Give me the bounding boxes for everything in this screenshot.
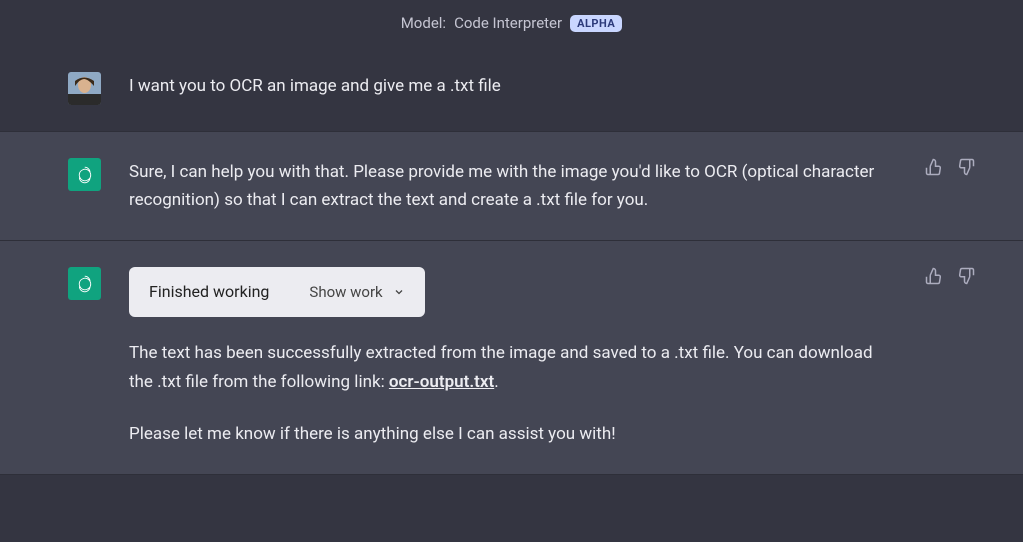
message-row-assistant-1: Sure, I can help you with that. Please p… [0, 132, 1023, 241]
code-work-status-pill: Finished working Show work [129, 267, 425, 317]
text-part: . [494, 372, 498, 392]
thumbs-up-icon [925, 158, 943, 176]
model-name-label: Code Interpreter [454, 14, 562, 32]
thumbs-down-button[interactable] [957, 158, 975, 176]
feedback-buttons [925, 158, 975, 176]
download-file-link[interactable]: ocr-output.txt [389, 372, 494, 392]
message-row-assistant-2: Finished working Show work The text has … [0, 241, 1023, 475]
assistant-message-text: Sure, I can help you with that. Please p… [129, 158, 995, 214]
thumbs-up-button[interactable] [925, 158, 943, 176]
thumbs-down-icon [957, 267, 975, 285]
feedback-buttons [925, 267, 975, 285]
assistant-paragraph-2: Please let me know if there is anything … [129, 420, 895, 448]
thumbs-up-button[interactable] [925, 267, 943, 285]
thumbs-down-icon [957, 158, 975, 176]
thumbs-down-button[interactable] [957, 267, 975, 285]
message-row-user: I want you to OCR an image and give me a… [0, 46, 1023, 132]
openai-logo-icon [74, 273, 96, 295]
model-header: Model: Code Interpreter ALPHA [0, 0, 1023, 46]
user-message-text: I want you to OCR an image and give me a… [129, 72, 995, 105]
text-part: The text has been successfully extracted… [129, 343, 873, 391]
assistant-avatar [68, 267, 101, 300]
assistant-message-content: Finished working Show work The text has … [129, 267, 995, 448]
thumbs-up-icon [925, 267, 943, 285]
alpha-badge: ALPHA [570, 15, 622, 32]
work-status-label: Finished working [149, 279, 269, 305]
show-work-toggle[interactable]: Show work [309, 280, 404, 305]
user-avatar [68, 72, 101, 105]
openai-logo-icon [74, 164, 96, 186]
assistant-paragraph-1: The text has been successfully extracted… [129, 339, 895, 395]
show-work-label: Show work [309, 280, 382, 305]
chevron-down-icon [393, 286, 405, 298]
model-prefix-label: Model: [401, 14, 446, 32]
assistant-avatar [68, 158, 101, 191]
